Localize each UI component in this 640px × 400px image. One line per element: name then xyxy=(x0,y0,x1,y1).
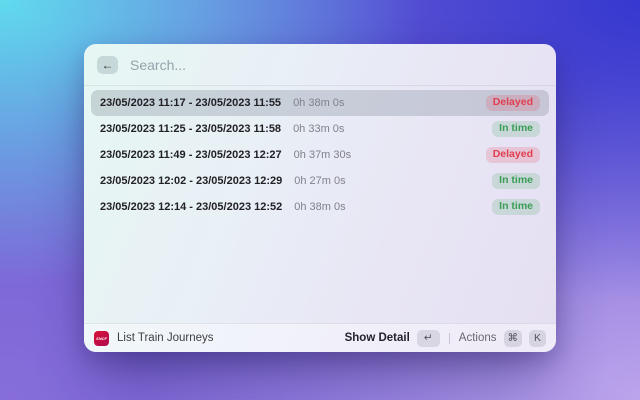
journey-duration: 0h 27m 0s xyxy=(294,175,346,187)
journey-date-range: 23/05/2023 12:14 - 23/05/2023 12:52 xyxy=(100,201,283,213)
journey-duration: 0h 38m 0s xyxy=(293,97,345,109)
journey-date-range: 23/05/2023 11:17 - 23/05/2023 11:55 xyxy=(100,97,282,109)
footer-actions: Show Detail ↵ Actions ⌘ K xyxy=(345,329,546,347)
search-input[interactable] xyxy=(130,56,543,73)
journey-row[interactable]: 23/05/2023 12:14 - 23/05/2023 12:52 0h 3… xyxy=(91,194,549,220)
action-bar: SNCF List Train Journeys Show Detail ↵ A… xyxy=(84,323,556,352)
journey-list: 23/05/2023 11:17 - 23/05/2023 11:55 0h 3… xyxy=(84,86,556,220)
extension-title: List Train Journeys xyxy=(117,332,214,344)
actions-menu-button[interactable]: Actions xyxy=(459,332,497,344)
journey-duration: 0h 38m 0s xyxy=(294,201,346,213)
journey-duration: 0h 33m 0s xyxy=(293,123,345,135)
back-arrow-icon: ← xyxy=(101,57,114,72)
journey-status-badge: In time xyxy=(492,198,540,216)
search-header: ← xyxy=(84,44,556,86)
journey-row[interactable]: 23/05/2023 11:25 - 23/05/2023 11:58 0h 3… xyxy=(91,116,549,142)
journey-row[interactable]: 23/05/2023 12:02 - 23/05/2023 12:29 0h 2… xyxy=(91,168,549,194)
sncf-icon-label: SNCF xyxy=(96,335,107,341)
journey-status-badge: In time xyxy=(492,172,540,190)
journey-duration: 0h 37m 30s xyxy=(293,149,352,161)
journey-status-badge: Delayed xyxy=(485,146,540,164)
sncf-app-icon: SNCF xyxy=(94,330,109,346)
journey-date-range: 23/05/2023 11:25 - 23/05/2023 11:58 xyxy=(100,123,282,135)
footer-divider xyxy=(448,332,450,344)
k-key-icon: K xyxy=(529,329,546,347)
back-button[interactable]: ← xyxy=(97,55,118,74)
journey-status-badge: In time xyxy=(492,120,540,138)
launcher-window: ← 23/05/2023 11:17 - 23/05/2023 11:55 0h… xyxy=(84,44,556,352)
journey-date-range: 23/05/2023 12:02 - 23/05/2023 12:29 xyxy=(100,175,283,187)
command-key-icon: ⌘ xyxy=(503,329,522,347)
journey-row[interactable]: 23/05/2023 11:17 - 23/05/2023 11:55 0h 3… xyxy=(91,90,549,116)
journey-row[interactable]: 23/05/2023 11:49 - 23/05/2023 12:27 0h 3… xyxy=(91,142,549,168)
journey-status-badge: Delayed xyxy=(485,94,540,112)
return-key-icon: ↵ xyxy=(416,329,440,347)
journey-date-range: 23/05/2023 11:49 - 23/05/2023 12:27 xyxy=(100,149,282,161)
show-detail-button[interactable]: Show Detail xyxy=(345,332,410,344)
